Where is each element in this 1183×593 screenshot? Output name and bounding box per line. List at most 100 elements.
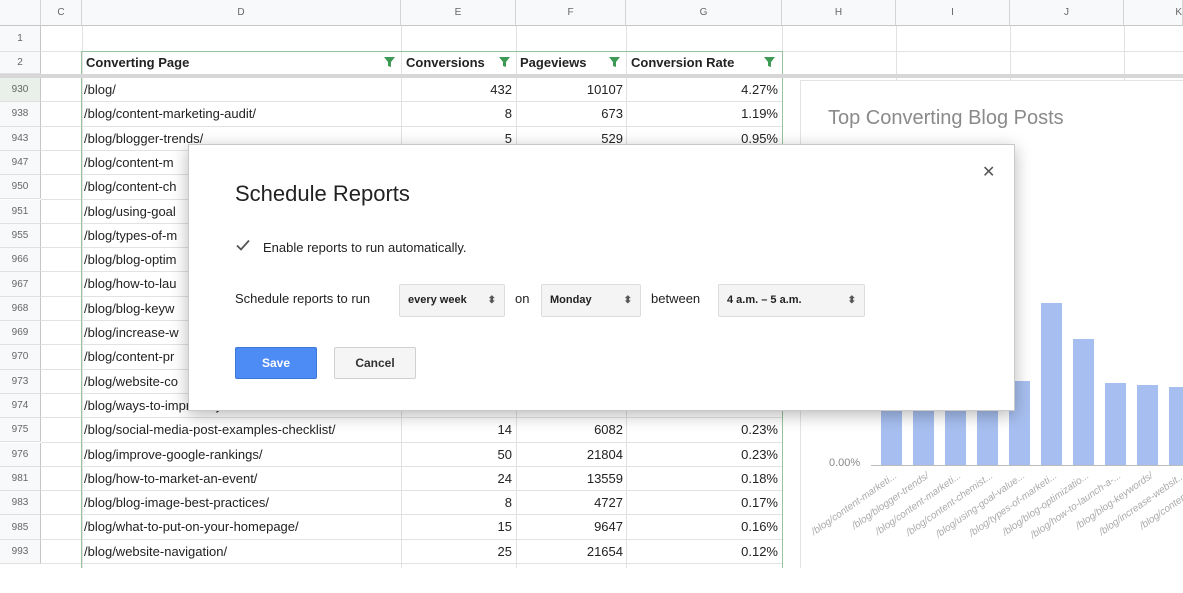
- filter-icon[interactable]: [498, 55, 511, 68]
- gridline: [41, 538, 783, 540]
- cell-conversions[interactable]: 432: [401, 79, 512, 101]
- cell-pageviews[interactable]: 10107: [516, 79, 623, 101]
- row-header[interactable]: 967: [0, 272, 41, 297]
- frequency-value: every week: [408, 294, 467, 306]
- row-header[interactable]: 955: [0, 223, 41, 249]
- cell-pageviews[interactable]: 13559: [516, 468, 623, 490]
- frequency-select[interactable]: every week ⬍: [399, 284, 505, 317]
- schedule-reports-dialog: Schedule Reports ✕ Enable reports to run…: [188, 144, 1015, 411]
- column-header-f[interactable]: F: [516, 0, 626, 26]
- cell-conversion-rate[interactable]: 0.16%: [626, 516, 778, 538]
- corner-cell[interactable]: [0, 0, 41, 26]
- chart-bar: [1137, 385, 1158, 465]
- save-button[interactable]: Save: [235, 347, 317, 379]
- row-header-2[interactable]: 2: [0, 52, 41, 74]
- row-header[interactable]: 947: [0, 150, 41, 176]
- cell-page[interactable]: /blog/social-media-post-examples-checkli…: [84, 419, 398, 441]
- row-header[interactable]: 985: [0, 515, 41, 540]
- row-header[interactable]: 950: [0, 175, 41, 200]
- cell-pageviews[interactable]: 21804: [516, 444, 623, 466]
- cell-conversion-rate[interactable]: 0.18%: [626, 468, 778, 490]
- close-icon[interactable]: ✕: [982, 162, 995, 182]
- row-header[interactable]: 974: [0, 393, 41, 419]
- schedule-label: Schedule reports to run: [235, 291, 371, 306]
- cell-page[interactable]: /blog/blog-image-best-practices/: [84, 492, 398, 514]
- between-label: between: [651, 291, 701, 306]
- row-header[interactable]: 968: [0, 296, 41, 321]
- row-header-1[interactable]: 1: [0, 26, 41, 52]
- column-header-k[interactable]: K: [1124, 0, 1183, 26]
- cell-page[interactable]: /blog/website-navigation/: [84, 541, 398, 563]
- row-header[interactable]: 943: [0, 126, 41, 151]
- day-select[interactable]: Monday ⬍: [541, 284, 641, 317]
- column-header-h[interactable]: H: [782, 0, 896, 26]
- row-header[interactable]: 981: [0, 466, 41, 492]
- cell-page[interactable]: /blog/content-marketing-audit/: [84, 103, 398, 125]
- cell-conversions[interactable]: 14: [401, 419, 512, 441]
- row-header[interactable]: 966: [0, 248, 41, 273]
- cell-conversion-rate[interactable]: 0.23%: [626, 419, 778, 441]
- filter-icon[interactable]: [763, 55, 776, 68]
- enable-reports-checkbox[interactable]: [235, 237, 251, 253]
- row-header[interactable]: 951: [0, 199, 41, 224]
- cell-conversions[interactable]: 24: [401, 468, 512, 490]
- gridline: [41, 101, 783, 103]
- time-range-value: 4 a.m. – 5 a.m.: [727, 294, 802, 306]
- cell-pageviews[interactable]: 4727: [516, 492, 623, 514]
- cell-conversions[interactable]: 25: [401, 541, 512, 563]
- freeze-divider[interactable]: [0, 74, 1183, 78]
- on-label: on: [515, 291, 530, 306]
- filter-icon[interactable]: [383, 55, 396, 68]
- row-header[interactable]: 983: [0, 491, 41, 516]
- updown-icon: ⬍: [847, 295, 856, 306]
- row-header[interactable]: 993: [0, 539, 41, 564]
- filter-icon[interactable]: [608, 55, 621, 68]
- row-header[interactable]: 973: [0, 369, 41, 394]
- enable-reports-label[interactable]: Enable reports to run automatically.: [263, 240, 467, 255]
- row-header[interactable]: 938: [0, 102, 41, 127]
- gridline: [41, 563, 783, 564]
- column-header-e[interactable]: E: [401, 0, 516, 26]
- column-header-i[interactable]: I: [896, 0, 1010, 26]
- cell-conversion-rate[interactable]: 0.12%: [626, 541, 778, 563]
- header-conversion-rate: Conversion Rate: [631, 55, 735, 70]
- cell-pageviews[interactable]: 673: [516, 103, 623, 125]
- cell-page[interactable]: /blog/what-to-put-on-your-homepage/: [84, 516, 398, 538]
- cell-pageviews[interactable]: 6082: [516, 419, 623, 441]
- header-pageviews: Pageviews: [520, 55, 587, 70]
- gridline: [41, 417, 783, 419]
- column-header-d[interactable]: D: [82, 0, 401, 26]
- checkmark-icon: [236, 239, 250, 251]
- cell-conversion-rate[interactable]: 0.17%: [626, 492, 778, 514]
- cell-page[interactable]: /blog/how-to-market-an-event/: [84, 468, 398, 490]
- time-range-select[interactable]: 4 a.m. – 5 a.m. ⬍: [718, 284, 865, 317]
- row-header[interactable]: 930: [0, 78, 41, 103]
- cell-conversion-rate[interactable]: 0.23%: [626, 444, 778, 466]
- cell-pageviews[interactable]: 21654: [516, 541, 623, 563]
- cell-conversion-rate[interactable]: 1.19%: [626, 103, 778, 125]
- row-header[interactable]: 969: [0, 321, 41, 346]
- cell-conversions[interactable]: 8: [401, 103, 512, 125]
- column-header-j[interactable]: J: [1010, 0, 1124, 26]
- cell-conversions[interactable]: 15: [401, 516, 512, 538]
- chart-bar: [945, 411, 966, 465]
- cell-page[interactable]: /blog/: [84, 79, 398, 101]
- cancel-button[interactable]: Cancel: [334, 347, 416, 379]
- updown-icon: ⬍: [487, 295, 496, 306]
- row-header[interactable]: 970: [0, 345, 41, 370]
- chart-bar: [1041, 303, 1062, 465]
- column-header-c[interactable]: C: [41, 0, 82, 26]
- cell-pageviews[interactable]: 9647: [516, 516, 623, 538]
- cell-conversion-rate[interactable]: 4.27%: [626, 79, 778, 101]
- chart-bar: [1105, 383, 1126, 465]
- column-header-g[interactable]: G: [626, 0, 782, 26]
- cell-page[interactable]: /blog/improve-google-rankings/: [84, 444, 398, 466]
- header-conversions: Conversions: [406, 55, 485, 70]
- cell-conversions[interactable]: 8: [401, 492, 512, 514]
- gridline: [82, 26, 83, 568]
- gridline: [41, 125, 783, 127]
- chart-bar: [1169, 387, 1183, 465]
- row-header[interactable]: 976: [0, 442, 41, 467]
- cell-conversions[interactable]: 50: [401, 444, 512, 466]
- row-header[interactable]: 975: [0, 418, 41, 443]
